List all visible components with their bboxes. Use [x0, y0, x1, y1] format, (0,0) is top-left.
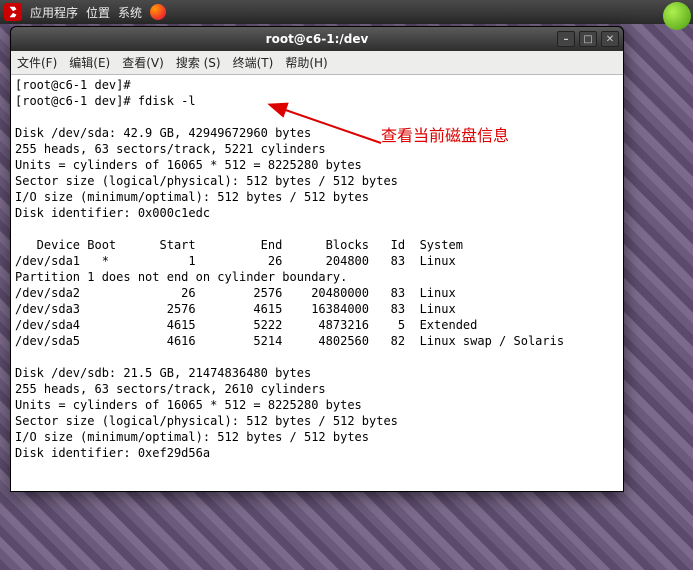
- disk-geom: 255 heads, 63 sectors/track, 2610 cylind…: [15, 382, 326, 396]
- prompt-line: [root@c6-1 dev]#: [15, 78, 131, 92]
- taskbar-apps[interactable]: 应用程序: [30, 4, 78, 21]
- disk-sector: Sector size (logical/physical): 512 byte…: [15, 174, 398, 188]
- disk-sector: Sector size (logical/physical): 512 byte…: [15, 414, 398, 428]
- terminal-output[interactable]: [root@c6-1 dev]# [root@c6-1 dev]# fdisk …: [11, 75, 623, 491]
- partition-row: /dev/sda1 * 1 26 204800 83 Linux: [15, 254, 456, 268]
- firefox-icon[interactable]: [150, 4, 166, 20]
- update-badge-icon[interactable]: [663, 2, 691, 30]
- disk-units: Units = cylinders of 16065 * 512 = 82252…: [15, 398, 362, 412]
- partition-row: /dev/sda4 4615 5222 4873216 5 Extended: [15, 318, 477, 332]
- taskbar-places[interactable]: 位置: [86, 4, 110, 21]
- disk-io: I/O size (minimum/optimal): 512 bytes / …: [15, 190, 369, 204]
- disk-id: Disk identifier: 0x000c1edc: [15, 206, 210, 220]
- terminal-window: root@c6-1:/dev – □ ✕ 文件(F) 编辑(E) 查看(V) 搜…: [10, 26, 624, 492]
- window-maximize-button[interactable]: □: [579, 31, 597, 47]
- window-minimize-button[interactable]: –: [557, 31, 575, 47]
- window-title: root@c6-1:/dev: [266, 32, 369, 46]
- partition-row: /dev/sda5 4616 5214 4802560 82 Linux swa…: [15, 334, 564, 348]
- disk-id: Disk identifier: 0xef29d56a: [15, 446, 210, 460]
- distro-logo-icon: [4, 3, 22, 21]
- menu-file[interactable]: 文件(F): [17, 54, 57, 71]
- menu-view[interactable]: 查看(V): [122, 54, 164, 71]
- partition-header: Device Boot Start End Blocks Id System: [15, 238, 463, 252]
- terminal-menubar: 文件(F) 编辑(E) 查看(V) 搜索 (S) 终端(T) 帮助(H): [11, 51, 623, 75]
- window-titlebar[interactable]: root@c6-1:/dev – □ ✕: [11, 27, 623, 51]
- disk-header: Disk /dev/sdb: 21.5 GB, 21474836480 byte…: [15, 366, 311, 380]
- menu-help[interactable]: 帮助(H): [285, 54, 327, 71]
- menu-edit[interactable]: 编辑(E): [69, 54, 110, 71]
- disk-header: Disk /dev/sda: 42.9 GB, 42949672960 byte…: [15, 126, 311, 140]
- menu-search[interactable]: 搜索 (S): [176, 54, 221, 71]
- partition-note: Partition 1 does not end on cylinder bou…: [15, 270, 347, 284]
- window-close-button[interactable]: ✕: [601, 31, 619, 47]
- disk-geom: 255 heads, 63 sectors/track, 5221 cylind…: [15, 142, 326, 156]
- menu-terminal[interactable]: 终端(T): [233, 54, 274, 71]
- disk-units: Units = cylinders of 16065 * 512 = 82252…: [15, 158, 362, 172]
- partition-row: /dev/sda2 26 2576 20480000 83 Linux: [15, 286, 456, 300]
- disk-io: I/O size (minimum/optimal): 512 bytes / …: [15, 430, 369, 444]
- taskbar-system[interactable]: 系统: [118, 4, 142, 21]
- annotation-label: 查看当前磁盘信息: [381, 129, 509, 145]
- partition-row: /dev/sda3 2576 4615 16384000 83 Linux: [15, 302, 456, 316]
- desktop-taskbar: 应用程序 位置 系统: [0, 0, 693, 24]
- prompt-line: [root@c6-1 dev]# fdisk -l: [15, 94, 196, 108]
